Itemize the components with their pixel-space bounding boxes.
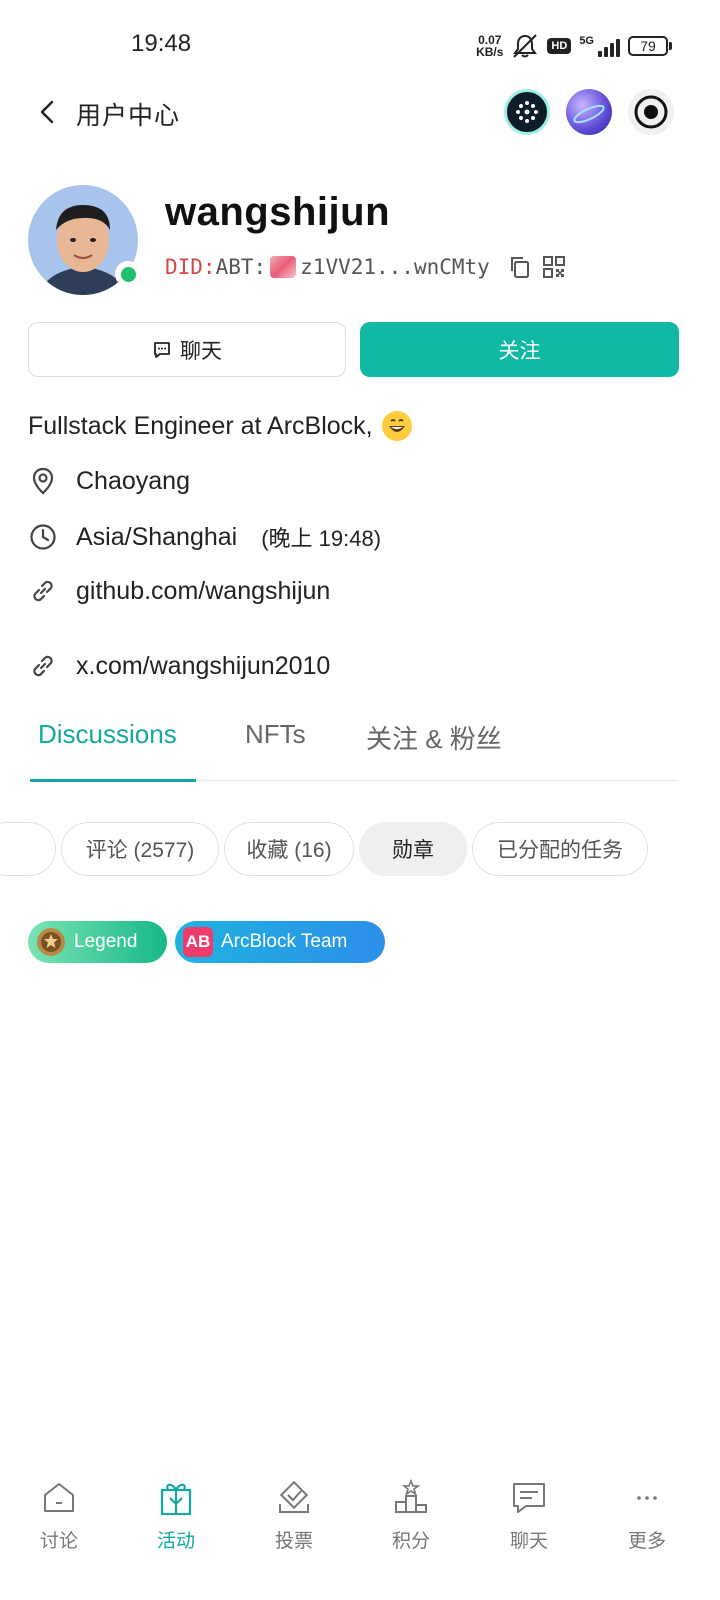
- battery-icon: 79: [628, 36, 672, 56]
- back-button[interactable]: [28, 92, 68, 132]
- qr-code-icon[interactable]: [542, 255, 566, 279]
- network-type: 5G: [579, 35, 594, 47]
- more-dots-icon: [637, 1496, 657, 1500]
- nav-chat-label: 聊天: [509, 1531, 548, 1552]
- bio-text: Fullstack Engineer at ArcBlock,: [28, 411, 373, 440]
- status-icons: 0.07 KB/s HD 5G 79: [476, 33, 672, 59]
- did-chain: ABT:: [215, 255, 267, 279]
- link-icon: [33, 580, 53, 602]
- grinning-emoji-icon: [381, 411, 412, 441]
- chip-badges[interactable]: 勋章: [359, 822, 467, 876]
- timezone-row: Asia/Shanghai (晚上 19:48): [28, 521, 381, 553]
- badge-arcblock-team[interactable]: AB ArcBlock Team: [175, 921, 385, 963]
- nav-chat[interactable]: 聊天: [489, 1478, 569, 1553]
- nav-more[interactable]: 更多: [607, 1478, 687, 1553]
- target-icon: [634, 95, 668, 129]
- chip-partial[interactable]: [0, 822, 56, 876]
- signal-bar: [610, 43, 614, 57]
- network-speed: 0.07 KB/s: [476, 34, 503, 58]
- hd-badge: HD: [547, 38, 572, 54]
- x-link[interactable]: x.com/wangshijun2010: [76, 652, 330, 681]
- local-time-text: (晚上 19:48): [261, 526, 382, 551]
- user-avatar-button[interactable]: [566, 89, 612, 135]
- badge-list: Legend AB ArcBlock Team: [28, 921, 385, 963]
- location-pin-icon: [32, 467, 54, 495]
- network-speed-unit: KB/s: [476, 45, 504, 59]
- online-status-indicator: [115, 261, 141, 287]
- app-header: 用户中心: [0, 80, 720, 144]
- filter-chips: 评论 (2577) 收藏 (16) 勋章 已分配的任务: [0, 822, 720, 878]
- nav-activities-label: 活动: [156, 1531, 195, 1552]
- link-row-github[interactable]: github.com/wangshijun: [28, 576, 330, 606]
- location-text: Chaoyang: [76, 466, 190, 495]
- record-button[interactable]: [628, 89, 674, 135]
- battery-tip: [669, 42, 672, 50]
- home-icon: [44, 1483, 74, 1512]
- nav-points-label: 积分: [391, 1531, 430, 1552]
- did-identicon-icon: [270, 256, 297, 278]
- muted-bell-icon: [513, 34, 538, 58]
- planet-avatar-icon: [573, 104, 605, 124]
- signal-bar: [604, 47, 608, 57]
- blocklet-app-button[interactable]: [504, 89, 550, 135]
- nav-vote-label: 投票: [274, 1531, 313, 1552]
- signal-bar: [616, 39, 620, 57]
- tab-nfts[interactable]: NFTs: [245, 719, 306, 750]
- nav-discussions-label: 讨论: [39, 1531, 78, 1552]
- profile-username: wangshijun: [165, 190, 390, 234]
- status-bar: 19:48 0.07 KB/s HD 5G 79: [0, 0, 720, 90]
- chat-bubble-icon: [513, 1483, 545, 1513]
- nav-activities[interactable]: 活动: [136, 1478, 216, 1553]
- legend-medal-icon: [37, 928, 65, 956]
- link-icon: [33, 655, 53, 677]
- gift-icon: [160, 1483, 192, 1516]
- badge-arcblock-label: ArcBlock Team: [221, 931, 348, 952]
- arcblock-logo-icon: AB: [183, 927, 213, 957]
- timezone-text: Asia/Shanghai: [76, 522, 238, 551]
- nav-points[interactable]: 积分: [371, 1478, 451, 1553]
- clock-icon: [30, 524, 56, 550]
- page-title: 用户中心: [76, 102, 181, 130]
- profile-bio: Fullstack Engineer at ArcBlock,: [28, 410, 413, 442]
- nav-discussions[interactable]: 讨论: [19, 1478, 99, 1553]
- chat-bubble-icon: [154, 341, 170, 358]
- did-address[interactable]: z1VV21...wnCMty: [300, 255, 490, 279]
- follow-button[interactable]: 关注: [360, 322, 679, 377]
- nav-vote[interactable]: 投票: [254, 1478, 334, 1553]
- chat-button[interactable]: 聊天: [28, 322, 346, 377]
- signal-strength-icon: 5G: [579, 35, 620, 57]
- vote-icon: [279, 1480, 309, 1513]
- link-row-x[interactable]: x.com/wangshijun2010: [28, 651, 330, 681]
- bottom-navigation: 讨论 活动 投票 积分 聊天 更多: [0, 1470, 720, 1580]
- chip-comments[interactable]: 评论 (2577): [61, 822, 219, 876]
- dots-grid-icon: [516, 101, 538, 123]
- header-actions: [504, 89, 674, 135]
- chip-assigned-tasks[interactable]: 已分配的任务: [472, 822, 648, 876]
- tab-following-followers[interactable]: 关注 & 粉丝: [366, 719, 502, 756]
- profile-actions: 聊天 关注: [28, 322, 679, 377]
- battery-level: 79: [628, 36, 668, 56]
- podium-icon: [395, 1478, 427, 1513]
- chevron-left-icon: [40, 100, 54, 124]
- nav-more-label: 更多: [627, 1531, 666, 1552]
- badge-legend-label: Legend: [74, 931, 138, 952]
- copy-icon[interactable]: [508, 255, 532, 279]
- profile-tabs: Discussions NFTs 关注 & 粉丝: [28, 705, 678, 782]
- location-row: Chaoyang: [28, 466, 190, 496]
- chip-favorites[interactable]: 收藏 (16): [224, 822, 354, 876]
- active-tab-indicator: [30, 779, 196, 782]
- signal-bar: [598, 51, 602, 57]
- did-row: DID: ABT: z1VV21...wnCMty: [165, 255, 566, 279]
- status-time: 19:48: [131, 30, 192, 57]
- chat-button-label: 聊天: [180, 339, 222, 363]
- tab-discussions[interactable]: Discussions: [38, 719, 177, 750]
- did-prefix: DID:: [165, 255, 216, 279]
- badge-legend[interactable]: Legend: [28, 921, 167, 963]
- github-link[interactable]: github.com/wangshijun: [76, 577, 330, 606]
